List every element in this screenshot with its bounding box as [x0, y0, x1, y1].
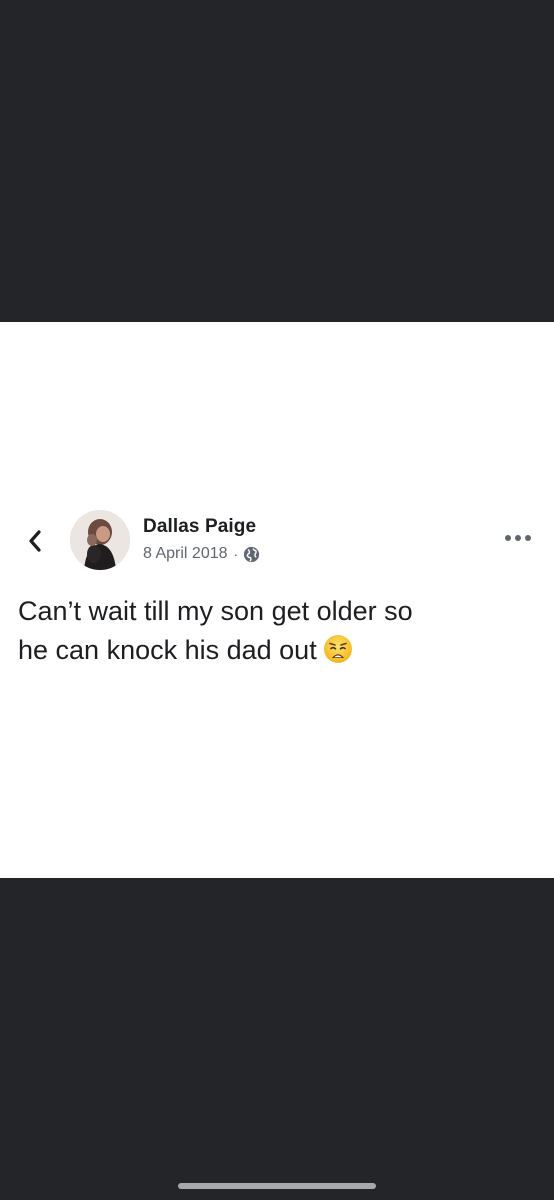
more-horizontal-icon	[505, 535, 531, 541]
chevron-left-icon	[29, 530, 41, 552]
back-button[interactable]	[20, 524, 50, 558]
post-text-line-2-wrap: he can knock his dad out	[18, 631, 538, 675]
bottom-dark-band	[0, 878, 554, 1200]
post-date[interactable]: 8 April 2018	[143, 545, 228, 563]
globe-icon	[244, 546, 260, 562]
weary-face-emoji	[323, 634, 353, 675]
top-dark-band	[0, 0, 554, 322]
profile-photo-avatar	[70, 510, 130, 570]
post-text: Can’t wait till my son get older so he c…	[18, 592, 538, 675]
more-options-button[interactable]	[500, 528, 536, 548]
avatar[interactable]	[70, 510, 130, 570]
post-text-line-1: Can’t wait till my son get older so	[18, 596, 413, 626]
post-card: Dallas Paige 8 April 2018 · Can’t wait t…	[0, 322, 554, 878]
author-name[interactable]: Dallas Paige	[143, 516, 256, 538]
post-text-line-2: he can knock his dad out	[18, 635, 317, 665]
post-meta: 8 April 2018 ·	[143, 543, 260, 565]
meta-separator: ·	[233, 546, 239, 562]
home-indicator[interactable]	[178, 1183, 376, 1189]
